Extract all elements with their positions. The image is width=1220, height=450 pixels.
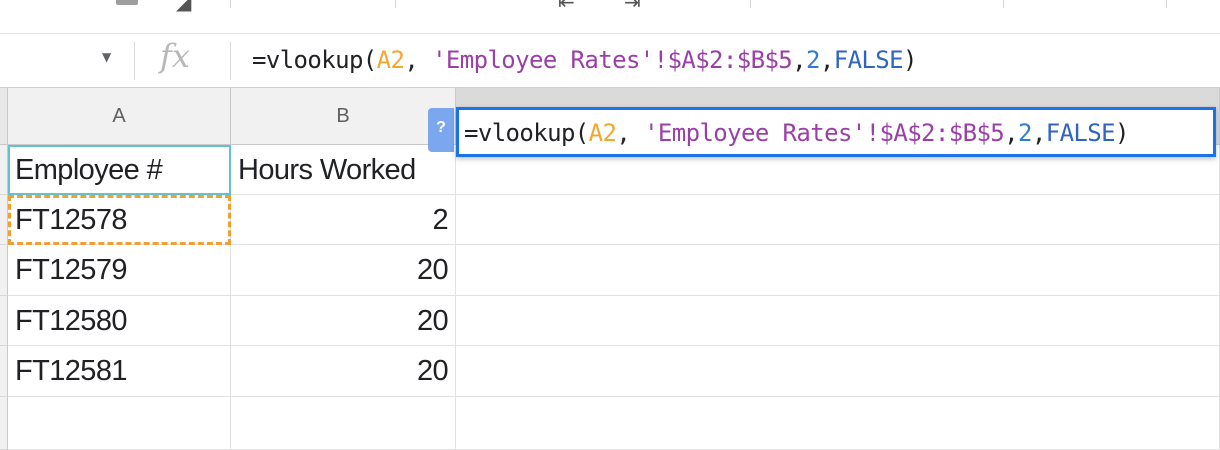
cell-a4[interactable]: FT12580 [8, 296, 231, 346]
cell-b6[interactable] [231, 397, 456, 450]
cell-c2[interactable] [456, 195, 1220, 245]
row-header[interactable] [0, 397, 8, 450]
cell-b4[interactable]: 20 [231, 296, 456, 346]
fx-icon: fx [160, 37, 190, 75]
toolbar-button-remnant[interactable] [116, 0, 138, 5]
toolbar-divider [1003, 0, 1004, 8]
formula-help-button[interactable]: ? [428, 108, 454, 152]
cell-a1[interactable]: Employee # [8, 145, 231, 195]
cell-c5[interactable] [456, 346, 1220, 397]
cell-editor-token-num: 2 [1018, 119, 1032, 147]
formula-input[interactable]: =vlookup(A2, 'Employee Rates'!$A$2:$B$5,… [252, 44, 917, 76]
row-header[interactable] [0, 145, 8, 195]
cell-c4[interactable] [456, 296, 1220, 346]
toolbar-divider [1166, 0, 1167, 8]
cell-b2[interactable]: 2 [231, 195, 456, 245]
row-header[interactable] [0, 245, 8, 296]
formula-bar-token-plain: , [792, 46, 807, 74]
cell-editor-token-ref: A2 [588, 119, 617, 147]
cell-b3[interactable]: 20 [231, 245, 456, 296]
cell-c6[interactable] [456, 397, 1220, 450]
toolbar: ◢ ⇤ ⇥ [0, 0, 1220, 34]
formula-bar-token-ref: A2 [376, 46, 405, 74]
cell-editor-token-plain: =vlookup( [464, 119, 589, 147]
formula-bar-divider [230, 42, 231, 80]
row-header[interactable] [0, 195, 8, 245]
cell-editor-token-plain: ) [1114, 119, 1129, 147]
cell-a2[interactable]: FT12578 [8, 195, 231, 245]
cell-editor-token-bool: FALSE [1045, 119, 1116, 147]
cell-editor[interactable]: =vlookup(A2, 'Employee Rates'!$A$2:$B$5,… [456, 107, 1216, 157]
cell-editor-token-str: 'Employee Rates'!$A$2:$B$5 [644, 119, 1005, 147]
toolbar-divider [230, 0, 231, 8]
select-all-corner[interactable] [0, 88, 8, 145]
redo-icon[interactable]: ⇥ [624, 0, 641, 14]
cell-editor-token-plain: , [616, 119, 645, 147]
toolbar-divider [395, 0, 396, 8]
toolbar-divider [750, 0, 751, 8]
formula-bar-divider [134, 42, 135, 80]
column-header-a[interactable]: A [8, 88, 231, 145]
cell-editor-token-plain: , [1031, 119, 1046, 147]
cell-editor-token-plain: , [1004, 119, 1019, 147]
cell-c3[interactable] [456, 245, 1220, 296]
cell-b1[interactable]: Hours Worked [231, 145, 456, 195]
formula-bar-token-plain: , [819, 46, 834, 74]
cell-editor-formula[interactable]: =vlookup(A2, 'Employee Rates'!$A$2:$B$5,… [464, 117, 1129, 149]
toolbar-icon[interactable]: ◢ [176, 0, 191, 14]
undo-icon[interactable]: ⇤ [558, 0, 575, 14]
cell-a5[interactable]: FT12581 [8, 346, 231, 397]
formula-bar-token-plain: , [404, 46, 433, 74]
formula-bar-token-num: 2 [806, 46, 820, 74]
column-header-b[interactable]: B [231, 88, 456, 145]
formula-bar-token-bool: FALSE [833, 46, 904, 74]
formula-bar-token-plain: =vlookup( [252, 46, 377, 74]
row-header[interactable] [0, 346, 8, 397]
name-box-dropdown-icon[interactable]: ▼ [102, 50, 111, 64]
formula-bar-token-plain: ) [902, 46, 917, 74]
formula-bar: ▼ fx =vlookup(A2, 'Employee Rates'!$A$2:… [0, 34, 1220, 88]
row-header[interactable] [0, 296, 8, 346]
cell-a3[interactable]: FT12579 [8, 245, 231, 296]
cell-b5[interactable]: 20 [231, 346, 456, 397]
cell-a6[interactable] [8, 397, 231, 450]
formula-bar-token-str: 'Employee Rates'!$A$2:$B$5 [432, 46, 793, 74]
